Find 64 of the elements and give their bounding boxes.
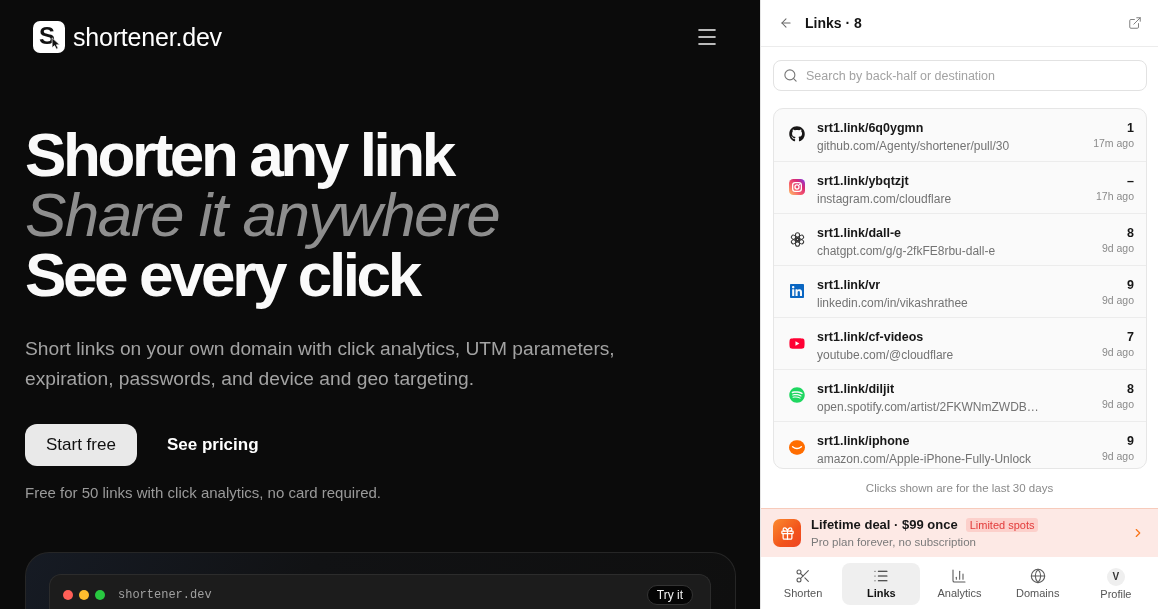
time-ago: 9d ago — [1101, 397, 1134, 411]
destination-url: github.com/Agenty/shortener/pull/30 — [817, 138, 1010, 154]
short-link[interactable]: srt1.link/iphone — [817, 432, 910, 450]
short-link[interactable]: srt1.link/diljit — [817, 380, 895, 398]
click-count: 7 — [1127, 329, 1134, 346]
promo-badge: Limited spots — [965, 517, 1039, 532]
destination-url: open.spotify.com/artist/2FKWNmZWDB… — [817, 399, 1039, 415]
nav-tab[interactable]: Links — [842, 563, 921, 605]
click-count: 8 — [1127, 225, 1134, 242]
click-count: 1 — [1127, 120, 1134, 137]
clicks-footnote: Clicks shown are for the last 30 days — [865, 481, 1054, 496]
short-link[interactable]: srt1.link/ybqtzjt — [817, 172, 909, 190]
short-link[interactable]: srt1.link/cf-videos — [817, 328, 924, 346]
brand-name: shortener.dev — [73, 24, 222, 50]
try-it-button[interactable]: Try it — [646, 585, 693, 605]
destination-url: linkedin.com/in/vikashrathee — [817, 295, 968, 311]
window-title: shortener.dev — [118, 587, 212, 603]
time-ago: 9d ago — [1101, 241, 1134, 255]
time-ago: 17m ago — [1093, 136, 1134, 150]
destination-url: youtube.com/@cloudflare — [817, 347, 954, 363]
time-ago: 9d ago — [1101, 293, 1134, 307]
linkedin-icon — [789, 283, 805, 299]
nav-tab[interactable]: V Profile — [1076, 563, 1155, 605]
hero-note: Free for 50 links with click analytics, no card required. — [25, 483, 381, 502]
list-icon — [873, 568, 890, 584]
promo-title: Lifetime deal · $99 once — [811, 516, 958, 533]
github-icon — [789, 126, 805, 142]
smile-icon — [789, 439, 805, 455]
gift-icon — [773, 519, 801, 547]
knot-icon — [789, 231, 805, 247]
logo-letter: S — [39, 24, 55, 48]
window-controls-icon — [63, 590, 105, 600]
back-icon[interactable] — [779, 16, 793, 30]
start-button[interactable]: Start free — [25, 424, 137, 466]
search-icon — [783, 68, 798, 83]
avatar: V — [1106, 567, 1125, 586]
time-ago: 9d ago — [1101, 345, 1134, 359]
promo-subtitle: Pro plan forever, no subscription — [811, 535, 976, 550]
scissors-icon — [795, 568, 812, 584]
short-link[interactable]: srt1.link/dall-e — [817, 224, 902, 242]
destination-url: instagram.com/cloudflare — [817, 191, 952, 207]
destination-url: amazon.com/Apple-iPhone-Fully-Unlock — [817, 451, 1032, 467]
pricing-button[interactable]: See pricing — [142, 424, 283, 466]
click-count: 9 — [1127, 277, 1134, 294]
nav-tab[interactable]: Shorten — [764, 563, 843, 605]
click-count: – — [1127, 173, 1134, 190]
external-link-icon[interactable] — [1128, 16, 1142, 30]
nav-tab[interactable]: Domains — [998, 563, 1077, 605]
hero-description: Short links on your own domain with click analytics, UTM parameters, expiration, passwords, and device and geo targeting. — [25, 337, 616, 391]
short-link[interactable]: srt1.link/6q0ygmn — [817, 119, 924, 137]
promo-banner[interactable]: Lifetime deal · $99 once Limited spots Pro plan forever, no subscription — [761, 508, 1158, 557]
short-link[interactable]: srt1.link/vr — [817, 276, 881, 294]
spotify-icon — [789, 387, 805, 403]
time-ago: 17h ago — [1096, 189, 1134, 203]
destination-url: chatgpt.com/g/g-2fkFE8rbu-dall-e — [817, 243, 996, 259]
time-ago: 9d ago — [1101, 449, 1134, 463]
instagram-icon — [789, 179, 805, 195]
bar-chart-icon — [951, 568, 968, 584]
click-count: 9 — [1127, 433, 1134, 450]
search-field[interactable]: Search by back-half or destination — [773, 60, 1147, 91]
panel-title: Links · 8 — [805, 15, 862, 31]
globe-icon — [1029, 568, 1046, 584]
click-count: 8 — [1127, 381, 1134, 398]
nav-tab[interactable]: Analytics — [920, 563, 999, 605]
